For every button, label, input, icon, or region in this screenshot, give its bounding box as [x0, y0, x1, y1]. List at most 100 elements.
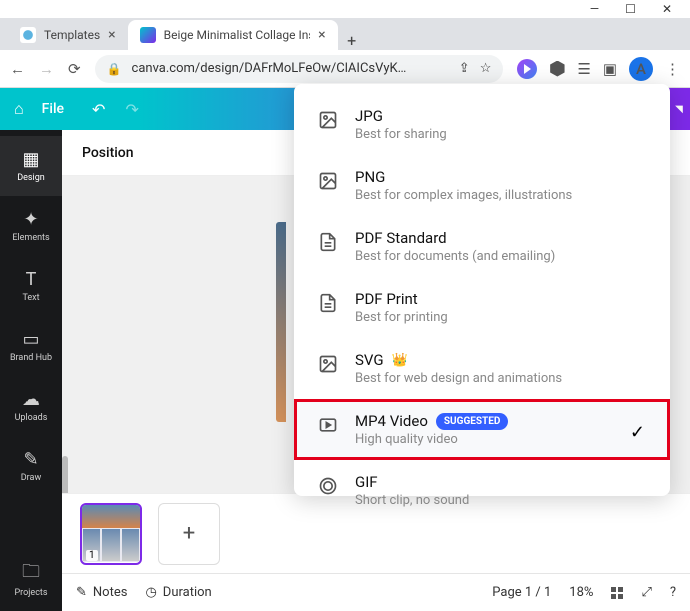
video-icon	[317, 414, 339, 436]
sidebar-item-brand-hub[interactable]: ▭ Brand Hub	[0, 316, 62, 376]
format-desc: Best for printing	[355, 310, 647, 325]
media-play-icon[interactable]	[517, 59, 537, 79]
sidebar-item-label: Draw	[21, 473, 41, 483]
window-maximize[interactable]: ☐	[625, 2, 636, 16]
format-option-jpg[interactable]: JPG Best for sharing	[294, 94, 670, 155]
format-option-png[interactable]: PNGBest for complex images, illustration…	[294, 155, 670, 216]
gif-icon	[317, 475, 339, 497]
format-desc: Best for web design and animations	[355, 371, 647, 386]
elements-icon: ✦	[23, 209, 38, 229]
side-panel-icon[interactable]: ▣	[603, 60, 617, 78]
nav-reload-icon[interactable]: ⟳	[68, 60, 81, 78]
page-thumbnail[interactable]: 1	[80, 503, 142, 565]
page-indicator[interactable]: Page 1 / 1	[492, 585, 551, 600]
tab-label: Templates	[44, 28, 100, 42]
format-title: MP4 Video	[355, 412, 428, 430]
redo-icon: ↷	[125, 100, 138, 119]
grid-view-icon[interactable]	[611, 587, 623, 599]
sidebar-item-label: Elements	[12, 233, 49, 243]
address-bar: ← → ⟳ 🔒 canva.com/design/DAFrMoLFeOw/ClA…	[0, 50, 690, 88]
page-number: 1	[86, 550, 98, 561]
share-icon[interactable]: ⇪	[459, 61, 470, 76]
window-close[interactable]: ✕	[662, 2, 672, 16]
profile-avatar[interactable]: A	[629, 57, 653, 81]
sidebar-item-projects[interactable]: 🗀 Projects	[0, 551, 62, 611]
suggested-badge: SUGGESTED	[436, 413, 508, 430]
sidebar-item-label: Brand Hub	[10, 353, 52, 363]
format-title: JPG	[355, 107, 647, 125]
duration-button[interactable]: ◷ Duration	[145, 585, 211, 600]
format-option-svg[interactable]: SVG 👑 Best for web design and animations	[294, 338, 670, 399]
sidebar-item-draw[interactable]: ✎ Draw	[0, 436, 62, 496]
window-controls: — ☐ ✕	[0, 0, 690, 18]
nav-back-icon[interactable]: ←	[10, 60, 25, 78]
notes-label: Notes	[93, 585, 128, 600]
add-page-button[interactable]: +	[158, 503, 220, 565]
sidebar-item-elements[interactable]: ✦ Elements	[0, 196, 62, 256]
format-option-pdf-print[interactable]: PDF PrintBest for printing	[294, 277, 670, 338]
tab-close-icon[interactable]: ×	[318, 27, 325, 43]
sidebar-item-label: Uploads	[15, 413, 48, 423]
format-desc: High quality video	[355, 432, 647, 447]
browser-tab-templates[interactable]: Templates ×	[8, 20, 128, 50]
tab-close-icon[interactable]: ×	[108, 27, 115, 43]
new-tab-button[interactable]: +	[338, 31, 366, 50]
check-icon: ✓	[630, 422, 645, 443]
format-option-gif[interactable]: GIF Short clip, no sound	[294, 460, 670, 521]
undo-icon[interactable]: ↶	[92, 100, 105, 119]
browser-tab-strip: Templates × Beige Minimalist Collage Ins…	[0, 18, 690, 50]
document-icon	[317, 231, 339, 253]
home-icon[interactable]: ⌂	[14, 99, 24, 119]
sidebar-item-uploads[interactable]: ☁ Uploads	[0, 376, 62, 436]
download-format-menu: JPG Best for sharing PNGBest for complex …	[294, 84, 670, 496]
notes-icon: ✎	[76, 585, 87, 600]
extensions-icon[interactable]	[549, 61, 565, 77]
duration-label: Duration	[163, 585, 212, 600]
sidebar-item-design[interactable]: ▦ Design	[0, 136, 62, 196]
image-icon	[317, 353, 339, 375]
fullscreen-icon[interactable]: ⤢	[641, 585, 651, 600]
image-icon	[317, 170, 339, 192]
design-icon: ▦	[22, 149, 39, 169]
format-title: GIF	[355, 473, 647, 491]
format-desc: Best for sharing	[355, 127, 647, 142]
brand-hub-icon: ▭	[22, 329, 39, 349]
left-sidebar: ▦ Design ✦ Elements T Text ▭ Brand Hub ☁…	[0, 130, 62, 611]
crown-icon: 👑	[392, 353, 408, 368]
zoom-level[interactable]: 18%	[569, 585, 593, 600]
projects-icon: 🗀	[22, 564, 40, 584]
kebab-menu-icon[interactable]: ⋮	[665, 60, 680, 78]
nav-forward-icon: →	[39, 60, 54, 78]
favicon	[20, 27, 36, 43]
omnibox[interactable]: 🔒 canva.com/design/DAFrMoLFeOw/ClAICsVyK…	[95, 55, 504, 83]
sidebar-item-label: Text	[22, 293, 39, 303]
format-title: PNG	[355, 168, 647, 186]
uploads-icon: ☁	[22, 389, 40, 409]
format-option-mp4[interactable]: MP4 Video SUGGESTED High quality video ✓	[294, 399, 670, 460]
clock-icon: ◷	[145, 585, 156, 600]
canvas-preview-fragment	[276, 222, 286, 422]
browser-tab-canva-design[interactable]: Beige Minimalist Collage Ins ×	[128, 20, 338, 50]
star-icon[interactable]: ☆	[480, 61, 492, 76]
sidebar-item-text[interactable]: T Text	[0, 256, 62, 316]
position-button[interactable]: Position	[82, 145, 134, 161]
format-title: SVG	[355, 351, 384, 369]
file-menu[interactable]: File	[42, 101, 64, 117]
favicon	[140, 27, 156, 43]
format-option-pdf-standard[interactable]: PDF Standard Best for documents (and emai…	[294, 216, 670, 277]
format-title: PDF Standard	[355, 229, 647, 247]
window-minimize[interactable]: —	[590, 2, 599, 16]
tab-label: Beige Minimalist Collage Ins	[164, 28, 311, 42]
top-bar-overflow[interactable]: ◥	[668, 88, 690, 130]
notes-button[interactable]: ✎ Notes	[76, 585, 127, 600]
draw-icon: ✎	[23, 449, 38, 469]
text-icon: T	[26, 269, 37, 289]
format-desc: Short clip, no sound	[355, 493, 647, 508]
toolbar-right: ☰ ▣ A ⋮	[517, 57, 680, 81]
reading-list-icon[interactable]: ☰	[577, 60, 590, 78]
format-desc: Best for documents (and emailing)	[355, 249, 647, 264]
lock-icon: 🔒	[107, 62, 122, 76]
help-icon[interactable]: ?	[670, 585, 676, 600]
image-icon	[317, 109, 339, 131]
sidebar-item-label: Design	[17, 173, 45, 183]
